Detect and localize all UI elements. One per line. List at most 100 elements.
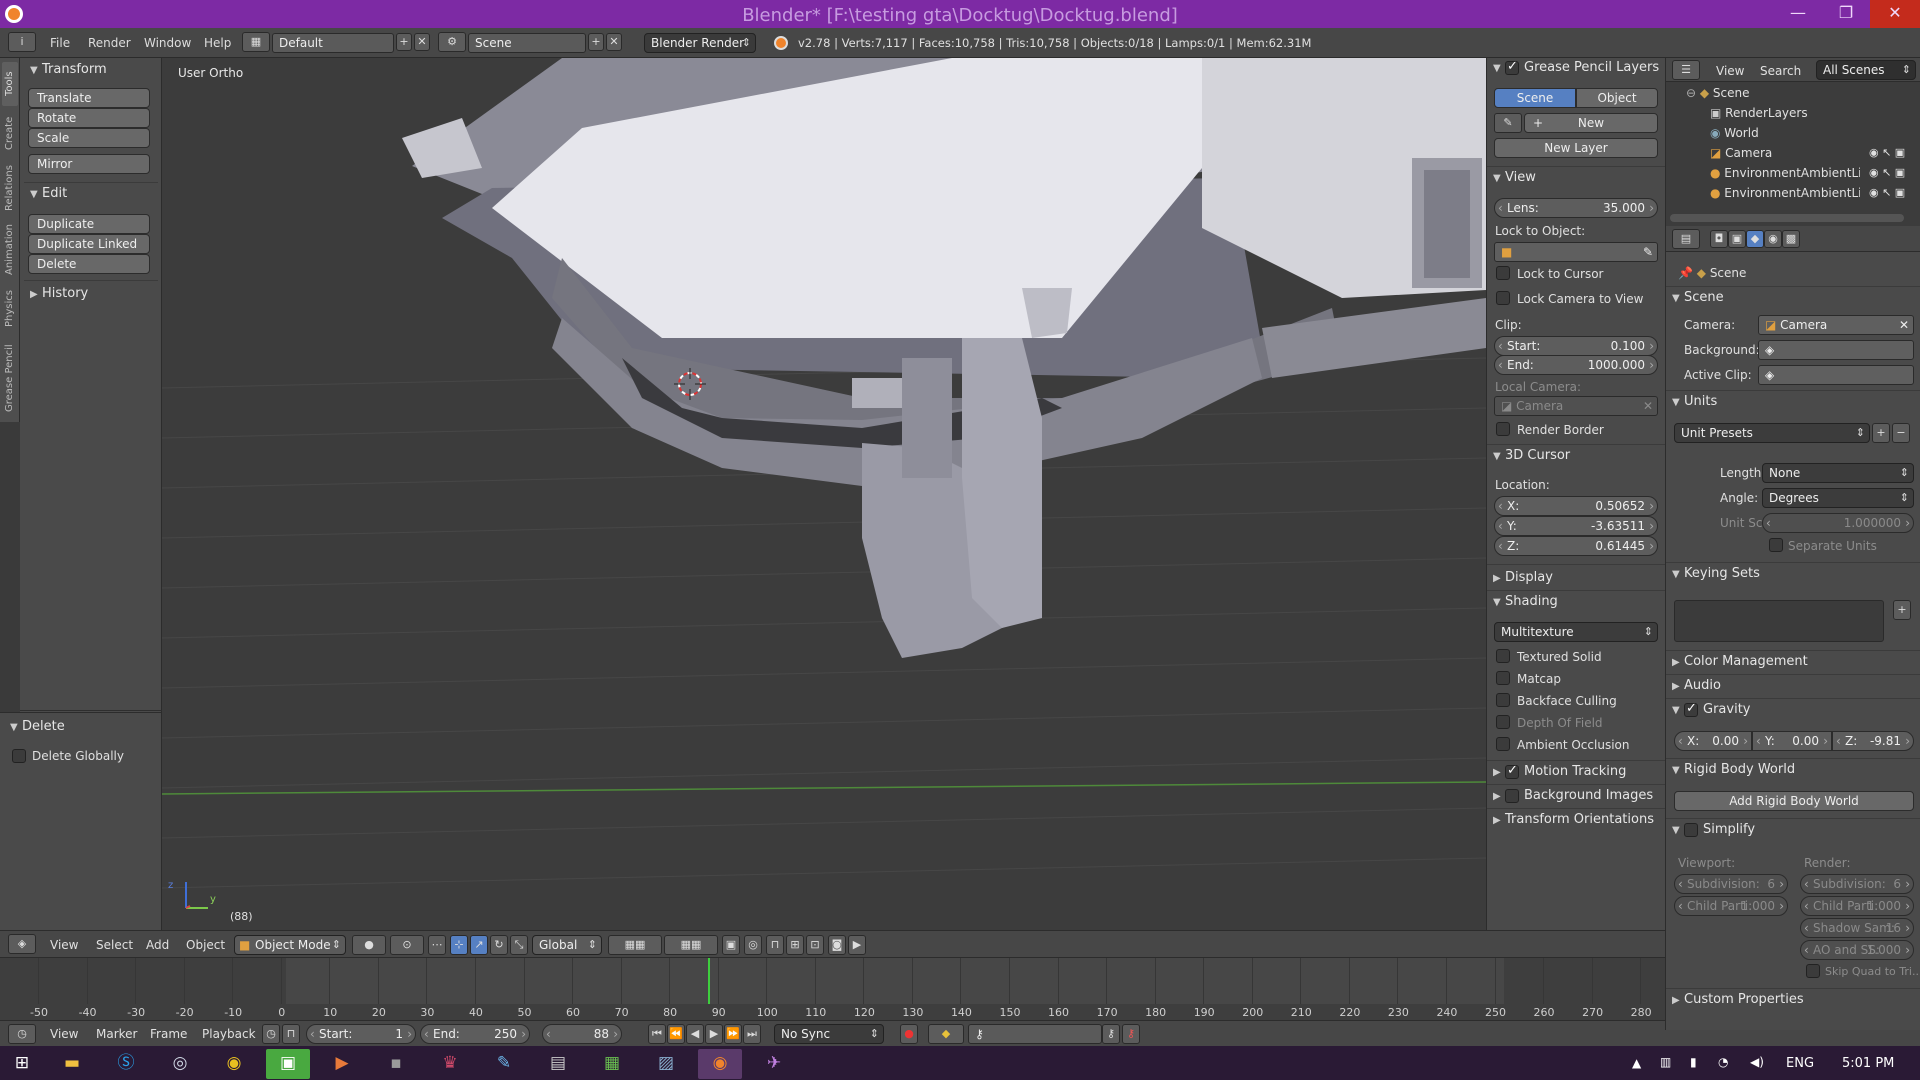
snap-target-icon[interactable]: ⊡: [806, 935, 824, 955]
viewport-child-particles-field[interactable]: Child Parti:1.000: [1674, 896, 1788, 916]
remove-preset-icon[interactable]: −: [1892, 423, 1910, 443]
insert-keyframe-icon[interactable]: ⚷: [1102, 1024, 1120, 1044]
add-scene-icon[interactable]: +: [588, 33, 604, 51]
record-icon[interactable]: ●: [900, 1024, 918, 1044]
render-subdivision-field[interactable]: Subdivision:6: [1800, 874, 1914, 894]
scene-layers-icon[interactable]: ▦▦: [664, 935, 718, 955]
outliner-item-lamp-1[interactable]: ● EnvironmentAmbientLi: [1710, 166, 1860, 180]
menu-help[interactable]: Help: [204, 36, 231, 50]
keying-sets-list[interactable]: [1674, 600, 1884, 642]
skype-icon[interactable]: Ⓢ: [104, 1049, 148, 1079]
grease-pencil-layers-header[interactable]: ▼Grease Pencil Layers: [1493, 59, 1659, 76]
keying-sets-header[interactable]: ▼ Keying Sets: [1672, 566, 1760, 581]
simplify-checkbox[interactable]: [1684, 822, 1698, 837]
add-preset-icon[interactable]: +: [1872, 423, 1890, 443]
duplicate-button[interactable]: Duplicate: [28, 214, 150, 234]
properties-editor-icon[interactable]: ▤: [1672, 229, 1700, 249]
ship-model[interactable]: [402, 58, 1486, 658]
app-green-icon[interactable]: ▣: [266, 1049, 310, 1079]
scene-camera-field[interactable]: ◪ Camera ✕: [1758, 315, 1914, 335]
shadow-samples-field[interactable]: Shadow Sam:16: [1800, 918, 1914, 938]
delete-keyframe-icon[interactable]: ⚷: [1122, 1024, 1140, 1044]
cursor-y-field[interactable]: Y:-3.63511: [1494, 516, 1658, 536]
3d-cursor-header[interactable]: ▼ 3D Cursor: [1493, 448, 1570, 463]
lock-layers-icon[interactable]: ▣: [722, 935, 740, 955]
gravity-x-field[interactable]: X:0.00: [1674, 731, 1752, 751]
pin-icon[interactable]: 📌: [1678, 266, 1697, 280]
units-panel-header[interactable]: ▼ Units: [1672, 394, 1717, 409]
visibility-eye-icon[interactable]: ◉ ↖ ▣: [1869, 146, 1905, 159]
tool-icon[interactable]: ✈: [752, 1049, 796, 1079]
add-keying-set-icon[interactable]: +: [1893, 600, 1911, 620]
pivot-point-icon[interactable]: ⊙: [390, 935, 424, 955]
render-layers-tab-icon[interactable]: ▣: [1728, 230, 1746, 248]
transform-panel-header[interactable]: ▼ Transform: [30, 62, 107, 77]
outliner-item-lamp-2[interactable]: ● EnvironmentAmbientLi: [1710, 186, 1860, 200]
viewport-shading-icon[interactable]: ●: [352, 935, 386, 955]
maximize-button[interactable]: ❐: [1824, 0, 1868, 28]
color-management-header[interactable]: ▶ Color Management: [1672, 654, 1808, 669]
play-reverse-icon[interactable]: ◀: [686, 1024, 704, 1044]
start-button-icon[interactable]: ⊞: [0, 1049, 44, 1079]
mirror-button[interactable]: Mirror: [28, 154, 150, 174]
lock-camera-checkbox[interactable]: [1496, 291, 1510, 305]
timeline-menu-view[interactable]: View: [50, 1027, 78, 1041]
notepad-icon[interactable]: ✎: [482, 1049, 526, 1079]
spreadsheet-icon[interactable]: ▦: [590, 1049, 634, 1079]
ambient-occlusion-checkbox[interactable]: [1496, 737, 1510, 751]
lock-icon[interactable]: ⊓: [282, 1024, 300, 1044]
length-select[interactable]: None: [1762, 463, 1914, 483]
image-viewer-icon[interactable]: ▨: [644, 1049, 688, 1079]
keying-set-icon[interactable]: ◆: [928, 1024, 964, 1044]
background-field[interactable]: ◈: [1758, 340, 1914, 360]
motion-tracking-checkbox[interactable]: [1505, 763, 1519, 779]
scene-field[interactable]: Scene: [468, 33, 586, 53]
scene-tab-icon[interactable]: ◆: [1746, 230, 1764, 248]
motion-tracking-header[interactable]: ▶Motion Tracking: [1493, 763, 1626, 780]
add-screen-icon[interactable]: +: [396, 33, 412, 51]
operator-panel-header[interactable]: ▼ Delete: [10, 719, 65, 734]
outliner-item-scene[interactable]: ⊖ ◆ Scene: [1686, 86, 1750, 100]
play-icon[interactable]: ▶: [705, 1024, 723, 1044]
render-preview-icon[interactable]: ◙: [828, 935, 846, 955]
visibility-eye-icon[interactable]: ◉ ↖ ▣: [1869, 166, 1905, 179]
snap-element-icon[interactable]: ⊞: [786, 935, 804, 955]
custom-properties-header[interactable]: ▶ Custom Properties: [1672, 992, 1804, 1007]
new-layer-button[interactable]: New Layer: [1494, 138, 1658, 158]
3d-view-editor-icon[interactable]: ◈: [8, 934, 36, 954]
gp-tab-object[interactable]: Object: [1576, 88, 1658, 108]
tab-tools[interactable]: Tools: [2, 62, 18, 106]
clip-start-field[interactable]: Start:0.100: [1494, 336, 1658, 356]
render-engine-select[interactable]: Blender Render: [644, 33, 756, 53]
minimize-button[interactable]: —: [1776, 0, 1820, 28]
outliner-editor-icon[interactable]: ☰: [1672, 60, 1700, 80]
gravity-header[interactable]: ▼Gravity: [1672, 701, 1750, 718]
angle-select[interactable]: Degrees: [1762, 488, 1914, 508]
tab-relations[interactable]: Relations: [2, 160, 18, 216]
timeline[interactable]: -50 -40 -30 -20 -10 0 10 20 30 40 50 60 70 80 90 100 110…: [0, 958, 1665, 1028]
menu-window[interactable]: Window: [144, 36, 191, 50]
3d-viewport[interactable]: User Ortho z y (88): [162, 58, 1486, 930]
display-header[interactable]: ▶ Display: [1493, 570, 1553, 585]
snap-icon[interactable]: ⋯: [428, 935, 446, 955]
outliner-item-renderlayers[interactable]: ▣ RenderLayers: [1710, 106, 1808, 120]
scene-icon[interactable]: ⚙: [438, 32, 466, 52]
remove-scene-icon[interactable]: ✕: [606, 33, 622, 51]
outliner-menu-view[interactable]: View: [1716, 64, 1744, 78]
game-icon[interactable]: ♛: [428, 1049, 472, 1079]
outliner-scrollbar[interactable]: [1670, 214, 1904, 222]
interaction-mode-select[interactable]: ■ Object Mode: [234, 935, 346, 955]
grease-pencil-checkbox[interactable]: [1505, 59, 1519, 75]
scale-manipulator-icon[interactable]: ⤡: [510, 935, 528, 955]
shading-header[interactable]: ▼ Shading: [1493, 594, 1558, 609]
tab-animation[interactable]: Animation: [2, 220, 18, 280]
outliner-item-world[interactable]: ◉ World: [1710, 126, 1759, 140]
transform-orientations-header[interactable]: ▶ Transform Orientations: [1493, 812, 1654, 827]
manipulator-icon[interactable]: ⊹: [450, 935, 468, 955]
start-frame-field[interactable]: Start:1: [306, 1024, 416, 1044]
viewport-menu-view[interactable]: View: [50, 938, 78, 952]
media-player-icon[interactable]: ▶: [320, 1049, 364, 1079]
history-panel-header[interactable]: ▶ History: [30, 286, 88, 301]
render-tab-icon[interactable]: ◘: [1710, 230, 1728, 248]
ao-sss-field[interactable]: AO and SS:1.000: [1800, 940, 1914, 960]
